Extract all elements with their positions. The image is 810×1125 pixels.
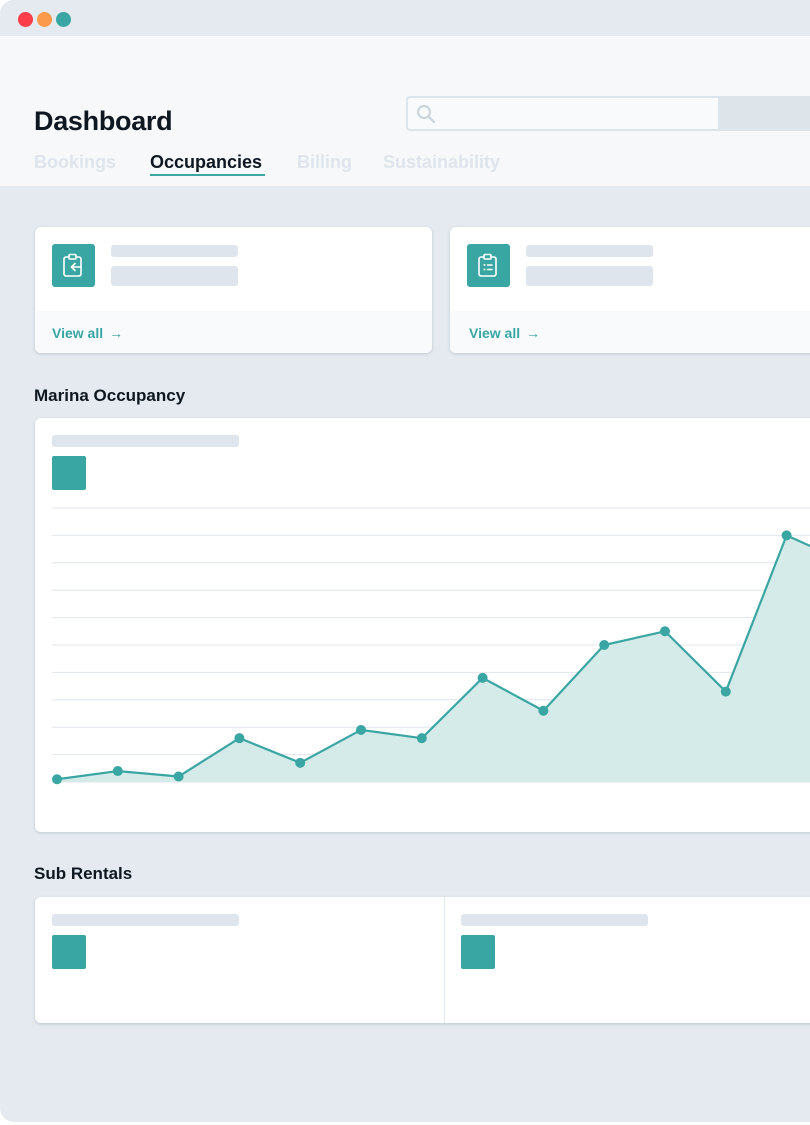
- sub-rentals-title: Sub Rentals: [34, 864, 133, 883]
- chart-data-point[interactable]: [52, 774, 62, 785]
- skeleton-value: [111, 266, 238, 286]
- chart-data-point[interactable]: [173, 771, 184, 782]
- marina-occupancy-title: Marina Occupancy: [34, 386, 186, 405]
- page-title: Dashboard: [34, 106, 173, 136]
- chart-data-point[interactable]: [720, 686, 731, 697]
- view-all-label: View all: [469, 325, 521, 341]
- clipboard-list-icon: [478, 253, 497, 277]
- chart-data-point[interactable]: [781, 530, 792, 541]
- maximize-window-button[interactable]: [56, 12, 71, 27]
- arrow-right-icon: →: [109, 325, 124, 341]
- skeleton-line: [111, 245, 238, 257]
- skeleton-value: [526, 266, 653, 286]
- sub-rentals-card: [35, 897, 810, 1023]
- chart-data-point[interactable]: [477, 672, 488, 683]
- chart-data-point[interactable]: [660, 626, 670, 637]
- skeleton-line: [526, 245, 653, 257]
- search-icon: [417, 105, 436, 124]
- minimize-window-button[interactable]: [37, 12, 52, 27]
- chart-data-point[interactable]: [112, 766, 123, 777]
- view-all-label: View all: [52, 325, 104, 341]
- chart-data-point[interactable]: [356, 724, 366, 735]
- chart-data-point[interactable]: [599, 640, 610, 650]
- stat-card-footer: View all →: [450, 311, 810, 353]
- page-header: Dashboard Bookings Occupancies Billing S…: [0, 36, 810, 186]
- chart-data-point[interactable]: [416, 733, 427, 744]
- tab-sustainability[interactable]: Sustainability: [383, 152, 500, 173]
- card-divider: [444, 897, 445, 1023]
- stat-icon-box: [52, 244, 95, 287]
- app-window: Dashboard Bookings Occupancies Billing S…: [0, 0, 810, 1122]
- chart-area-fill: [57, 535, 810, 782]
- clipboard-import-icon: [63, 253, 82, 277]
- title-bar: [0, 0, 810, 36]
- active-tab-indicator: [150, 174, 265, 176]
- arrow-right-icon: →: [526, 325, 541, 341]
- stat-card-1: View all →: [35, 227, 432, 353]
- skeleton-line: [52, 914, 239, 926]
- view-all-link[interactable]: View all →: [469, 325, 540, 341]
- stat-card-footer: View all →: [35, 311, 432, 353]
- stat-icon-box: [467, 244, 510, 287]
- search-input[interactable]: [406, 96, 810, 131]
- skeleton-line: [461, 914, 648, 926]
- sub-rental-swatch: [461, 935, 495, 969]
- chart-data-point[interactable]: [295, 757, 306, 768]
- search-button[interactable]: [718, 98, 810, 129]
- chart-data-point[interactable]: [234, 733, 245, 744]
- view-all-link[interactable]: View all →: [52, 325, 123, 341]
- tab-occupancies[interactable]: Occupancies: [150, 152, 262, 173]
- sub-rental-swatch: [52, 935, 86, 969]
- tab-billing[interactable]: Billing: [297, 152, 352, 173]
- close-window-button[interactable]: [18, 12, 33, 27]
- occupancy-chart: [52, 507, 810, 785]
- stat-card-2: View all →: [450, 227, 810, 353]
- tab-bookings[interactable]: Bookings: [34, 152, 116, 173]
- marina-occupancy-chart-card: [35, 418, 810, 832]
- chart-data-point[interactable]: [538, 705, 549, 716]
